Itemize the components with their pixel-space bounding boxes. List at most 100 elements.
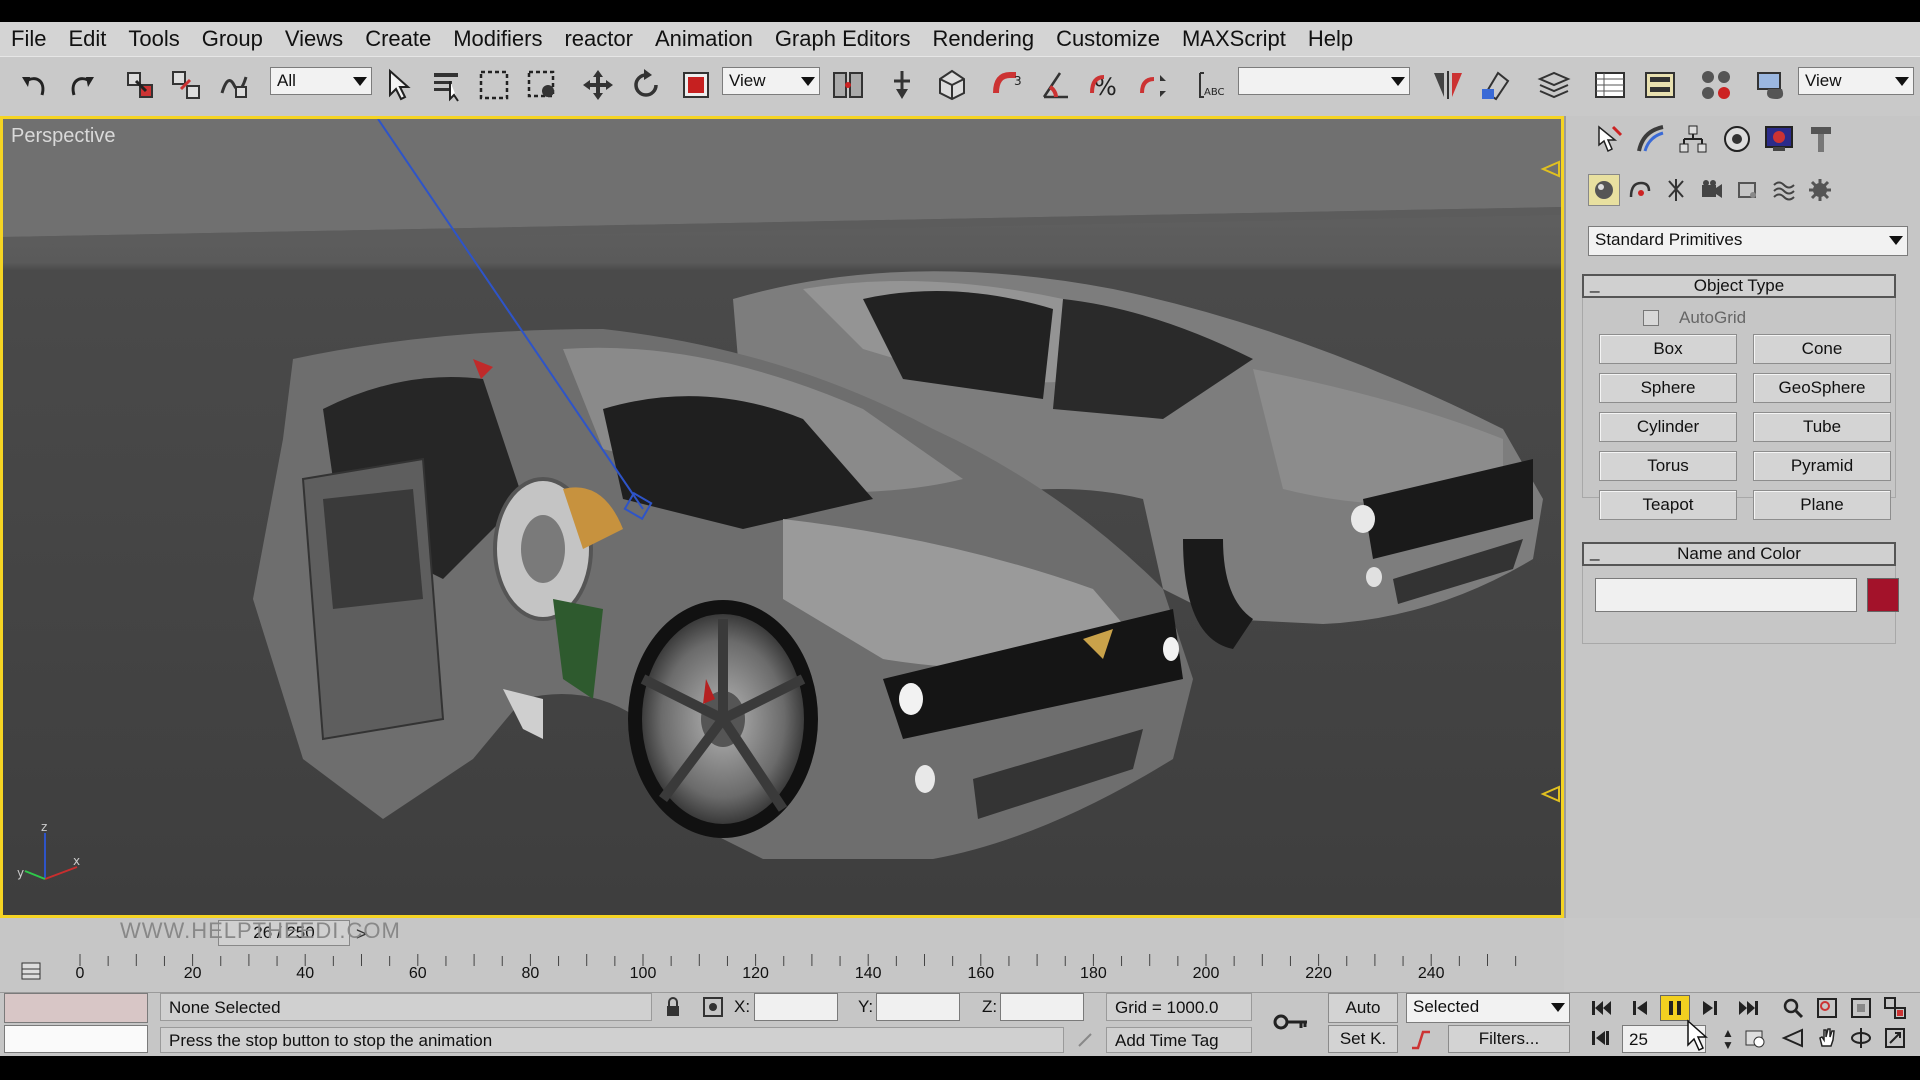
viewport-label[interactable]: Perspective xyxy=(11,125,116,148)
cylinder-button[interactable]: Cylinder xyxy=(1599,412,1737,442)
time-tag-icon[interactable] xyxy=(1070,1027,1100,1053)
window-crossing-button[interactable] xyxy=(522,65,562,105)
maximize-viewport-button[interactable] xyxy=(1880,1025,1910,1051)
key-mode-curve-button[interactable] xyxy=(1406,1027,1436,1053)
pyramid-button[interactable]: Pyramid xyxy=(1753,451,1891,481)
torus-button[interactable]: Torus xyxy=(1599,451,1737,481)
time-configuration-button[interactable] xyxy=(1740,1025,1770,1051)
menu-customize[interactable]: Customize xyxy=(1045,26,1171,52)
select-and-rotate-button[interactable] xyxy=(626,65,666,105)
named-selection-dropdown[interactable] xyxy=(1238,67,1410,95)
menu-modifiers[interactable]: Modifiers xyxy=(442,26,553,52)
pivot-center-button[interactable] xyxy=(828,65,868,105)
plane-button[interactable]: Plane xyxy=(1753,490,1891,520)
snaps-toggle-button[interactable]: 3 xyxy=(988,65,1028,105)
zoom-extents-button[interactable] xyxy=(1846,995,1876,1021)
tube-button[interactable]: Tube xyxy=(1753,412,1891,442)
menu-rendering[interactable]: Rendering xyxy=(922,26,1046,52)
keyboard-shortcut-toggle-button[interactable] xyxy=(932,65,972,105)
unlink-selection-button[interactable] xyxy=(166,65,206,105)
schematic-view-button[interactable] xyxy=(1640,65,1680,105)
cone-button[interactable]: Cone xyxy=(1753,334,1891,364)
menu-graph-editors[interactable]: Graph Editors xyxy=(764,26,922,52)
sphere-button[interactable]: Sphere xyxy=(1599,373,1737,403)
zoom-all-button[interactable] xyxy=(1812,995,1842,1021)
category-shapes[interactable] xyxy=(1624,174,1656,206)
select-and-link-button[interactable] xyxy=(120,65,160,105)
category-dropdown[interactable]: Standard Primitives xyxy=(1588,226,1908,256)
teapot-button[interactable]: Teapot xyxy=(1599,490,1737,520)
edit-named-selection-button[interactable]: ABC xyxy=(1192,65,1232,105)
perspective-viewport[interactable]: z x y Perspective xyxy=(0,116,1564,918)
maxscript-listener-mini[interactable] xyxy=(4,993,148,1023)
time-slider-bar[interactable]: 26 / 250 > WWW.HELPTHEEDI.COM xyxy=(0,918,1564,952)
zoom-button[interactable] xyxy=(1778,995,1808,1021)
select-by-name-button[interactable] xyxy=(426,65,466,105)
zoom-extents-all-button[interactable] xyxy=(1880,995,1910,1021)
key-filters-button[interactable]: Filters... xyxy=(1448,1025,1570,1053)
category-helpers[interactable] xyxy=(1732,174,1764,206)
category-space-warps[interactable] xyxy=(1768,174,1800,206)
tab-utilities[interactable] xyxy=(1802,120,1840,158)
set-key-button[interactable]: Set K. xyxy=(1328,1025,1398,1053)
select-and-scale-button[interactable] xyxy=(676,65,716,105)
geosphere-button[interactable]: GeoSphere xyxy=(1753,373,1891,403)
mirror-button[interactable] xyxy=(1428,65,1468,105)
box-button[interactable]: Box xyxy=(1599,334,1737,364)
menu-create[interactable]: Create xyxy=(354,26,442,52)
tab-display[interactable] xyxy=(1760,120,1798,158)
menu-animation[interactable]: Animation xyxy=(644,26,764,52)
y-coordinate-field[interactable] xyxy=(876,993,960,1021)
frame-spinner[interactable]: ▲ ▼ xyxy=(1722,1027,1734,1051)
render-scene-button[interactable] xyxy=(1752,65,1792,105)
next-frame-button[interactable] xyxy=(1694,995,1724,1021)
key-mode-toggle[interactable] xyxy=(1586,1025,1616,1051)
menu-views[interactable]: Views xyxy=(274,26,354,52)
category-systems[interactable] xyxy=(1804,174,1836,206)
add-time-tag-field[interactable]: Add Time Tag xyxy=(1106,1027,1252,1053)
select-and-manipulate-button[interactable] xyxy=(882,65,922,105)
undo-button[interactable] xyxy=(14,65,54,105)
select-and-move-button[interactable] xyxy=(578,65,618,105)
redo-button[interactable] xyxy=(62,65,102,105)
stop-animation-button[interactable] xyxy=(1660,995,1690,1021)
percent-snap-toggle-button[interactable]: % xyxy=(1086,65,1126,105)
autogrid-checkbox[interactable] xyxy=(1643,310,1659,326)
rectangular-selection-button[interactable] xyxy=(474,65,514,105)
selection-lock-toggle[interactable] xyxy=(658,994,688,1020)
menu-maxscript[interactable]: MAXScript xyxy=(1171,26,1297,52)
align-button[interactable] xyxy=(1476,65,1516,105)
object-name-field[interactable] xyxy=(1595,578,1857,612)
layer-manager-button[interactable] xyxy=(1534,65,1574,105)
tab-create[interactable] xyxy=(1590,120,1628,158)
material-editor-button[interactable] xyxy=(1696,65,1736,105)
menu-group[interactable]: Group xyxy=(191,26,274,52)
maxscript-input-mini[interactable] xyxy=(4,1025,148,1053)
object-type-rollout-header[interactable]: _ Object Type xyxy=(1582,274,1896,298)
previous-frame-button[interactable] xyxy=(1626,995,1656,1021)
category-lights[interactable] xyxy=(1660,174,1692,206)
pan-button[interactable] xyxy=(1812,1025,1842,1051)
menu-edit[interactable]: Edit xyxy=(57,26,117,52)
auto-key-button[interactable]: Auto xyxy=(1328,993,1398,1023)
name-and-color-rollout-header[interactable]: _ Name and Color xyxy=(1582,542,1896,566)
menu-reactor[interactable]: reactor xyxy=(553,26,643,52)
go-to-start-button[interactable] xyxy=(1586,995,1616,1021)
go-to-end-button[interactable] xyxy=(1734,995,1764,1021)
tab-motion[interactable] xyxy=(1718,120,1756,158)
menu-file[interactable]: File xyxy=(0,26,57,52)
spinner-snap-toggle-button[interactable] xyxy=(1134,65,1174,105)
default-in-out-tangent-button[interactable] xyxy=(1270,1009,1312,1035)
angle-snap-toggle-button[interactable] xyxy=(1036,65,1076,105)
menu-tools[interactable]: Tools xyxy=(117,26,190,52)
z-coordinate-field[interactable] xyxy=(1000,993,1084,1021)
selection-filter-dropdown[interactable]: All xyxy=(270,67,372,95)
object-color-swatch[interactable] xyxy=(1867,578,1899,612)
reference-coordinate-dropdown[interactable]: View xyxy=(722,67,820,95)
render-view-dropdown[interactable]: View xyxy=(1798,67,1914,95)
arc-rotate-button[interactable] xyxy=(1846,1025,1876,1051)
menu-help[interactable]: Help xyxy=(1297,26,1364,52)
tab-hierarchy[interactable] xyxy=(1674,120,1712,158)
select-object-button[interactable] xyxy=(378,65,418,105)
category-geometry[interactable] xyxy=(1588,174,1620,206)
